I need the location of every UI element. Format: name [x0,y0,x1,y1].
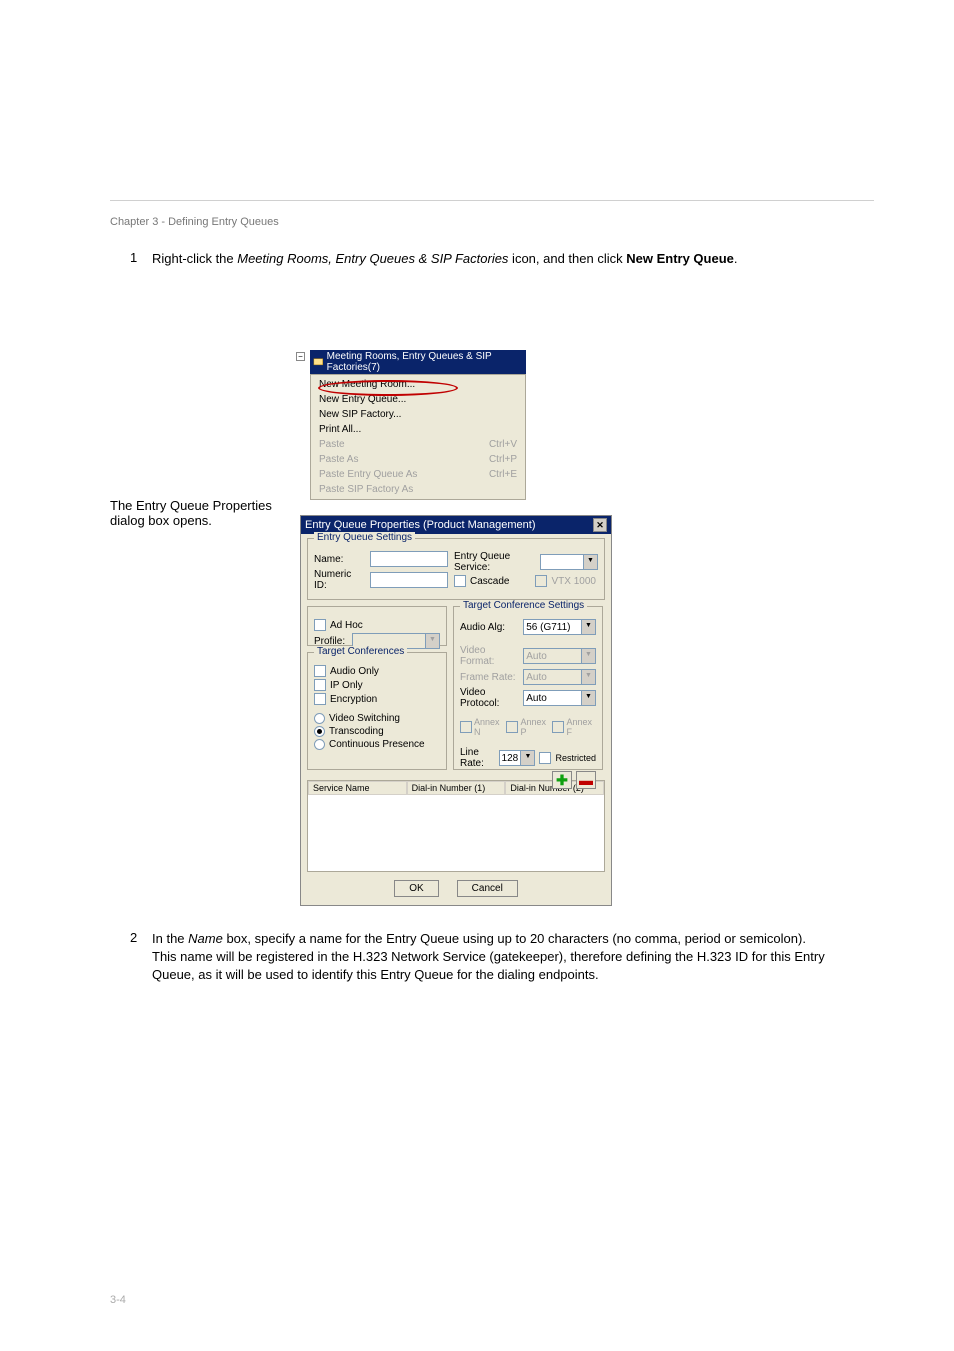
annex-f-checkbox [552,721,564,733]
minus-icon: ▬ [579,772,593,788]
entry-queue-dialog: Entry Queue Properties (Product Manageme… [300,515,612,906]
line-rate-label: Line Rate: [460,747,495,769]
annex-p-label: Annex P [520,717,550,737]
name-label: Name: [314,554,366,565]
plus-icon: ✚ [556,772,568,789]
chevron-down-icon: ▼ [581,691,595,705]
tree-collapse-icon: − [296,352,305,361]
service-table[interactable]: Service Name Dial-in Number (1) Dial-in … [307,780,605,872]
menu-item-paste-as: Paste AsCtrl+P [311,452,525,467]
continuous-presence-label: Continuous Presence [329,739,425,750]
encryption-label: Encryption [330,694,377,705]
numeric-id-label: Numeric ID: [314,569,366,591]
frame-rate-label: Frame Rate: [460,672,519,683]
menu-item-new-meeting-room[interactable]: New Meeting Room... [311,377,525,392]
cascade-label: Cascade [470,576,509,587]
context-menu: New Meeting Room... New Entry Queue... N… [310,374,526,500]
audio-only-checkbox[interactable] [314,665,326,677]
ip-only-label: IP Only [330,680,363,691]
dialog-title: Entry Queue Properties (Product Manageme… [305,519,536,531]
step-2-intro: The Entry Queue Properties dialog box op… [110,498,290,528]
cancel-button[interactable]: Cancel [457,880,518,897]
frame-rate-select: Auto▼ [523,669,596,685]
transcoding-label: Transcoding [329,726,384,737]
annex-p-checkbox [506,721,518,733]
eq-service-select[interactable]: ▼ [540,554,598,570]
folder-icon [313,356,324,368]
annex-f-label: Annex F [566,717,596,737]
menu-item-paste-sip-as: Paste SIP Factory As [311,482,525,497]
vtx1000-label: VTX 1000 [551,576,595,587]
ip-only-checkbox[interactable] [314,679,326,691]
menu-item-paste: PasteCtrl+V [311,437,525,452]
col-service-name[interactable]: Service Name [308,781,407,795]
step-number-2: 2 [130,930,137,945]
tree-node-title: Meeting Rooms, Entry Queues & SIP Factor… [310,350,526,374]
annex-n-checkbox [460,721,472,733]
group-target-conf-settings: Target Conference Settings [460,600,587,611]
video-switching-label: Video Switching [329,713,400,724]
eq-service-label: Entry Queue Service: [454,551,536,573]
context-menu-figure: − Meeting Rooms, Entry Queues & SIP Fact… [310,350,526,500]
chevron-down-icon: ▼ [520,751,534,765]
adhoc-checkbox[interactable] [314,619,326,631]
chevron-down-icon: ▼ [583,555,597,569]
menu-item-paste-eq-as: Paste Entry Queue AsCtrl+E [311,467,525,482]
chevron-down-icon: ▼ [425,634,439,648]
name-input[interactable] [370,551,448,567]
chevron-down-icon: ▼ [581,620,595,634]
page-number: 3-4 [110,1294,126,1306]
video-format-label: Video Format: [460,645,519,667]
encryption-checkbox[interactable] [314,693,326,705]
profile-label: Profile: [314,636,348,647]
vtx1000-checkbox [535,575,547,587]
transcoding-radio[interactable] [314,726,325,737]
video-protocol-select[interactable]: Auto▼ [523,690,596,706]
restricted-label: Restricted [555,753,596,763]
group-target-conferences: Target Conferences [314,646,407,657]
step-2-text: In the Name box, specify a name for the … [152,930,830,985]
audio-only-label: Audio Only [330,666,379,677]
audio-alg-select[interactable]: 56 (G711)▼ [523,619,596,635]
step-number-1: 1 [130,250,137,265]
video-switching-radio[interactable] [314,713,325,724]
cascade-checkbox[interactable] [454,575,466,587]
add-button[interactable]: ✚ [552,771,572,789]
video-format-select: Auto▼ [523,648,596,664]
line-rate-select[interactable]: 128▼ [499,750,536,766]
menu-item-new-entry-queue[interactable]: New Entry Queue... [311,392,525,407]
annex-n-label: Annex N [474,717,504,737]
group-entry-queue-settings: Entry Queue Settings [314,532,415,543]
adhoc-label: Ad Hoc [330,620,363,631]
restricted-checkbox[interactable] [539,752,551,764]
chevron-down-icon: ▼ [581,649,595,663]
chapter-title: Chapter 3 - Defining Entry Queues [110,216,874,228]
numeric-id-input[interactable] [370,572,448,588]
menu-item-print-all[interactable]: Print All... [311,422,525,437]
chevron-down-icon: ▼ [581,670,595,684]
continuous-presence-radio[interactable] [314,739,325,750]
step-1-text: Right-click the Meeting Rooms, Entry Que… [152,250,830,268]
video-protocol-label: Video Protocol: [460,687,519,709]
audio-alg-label: Audio Alg: [460,622,519,633]
ok-button[interactable]: OK [394,880,438,897]
remove-button[interactable]: ▬ [576,771,596,789]
menu-item-new-sip-factory[interactable]: New SIP Factory... [311,407,525,422]
close-icon[interactable]: ✕ [593,518,607,532]
